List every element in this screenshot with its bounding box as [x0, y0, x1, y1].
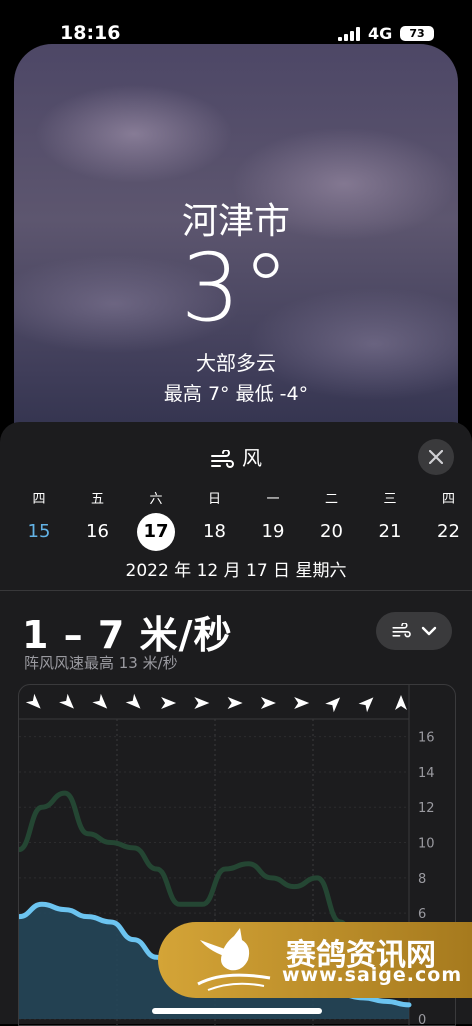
weekday-label: 五 — [73, 488, 123, 507]
close-button[interactable] — [418, 439, 454, 475]
wind-direction-arrow — [26, 694, 45, 713]
pigeon-logo-icon — [194, 926, 274, 994]
wind-direction-arrow — [161, 697, 176, 709]
wind-direction-arrow — [194, 697, 209, 709]
gust-speed: 阵风风速最高 13 米/秒 — [24, 652, 178, 673]
watermark-url: www.saige.com — [282, 964, 462, 986]
weekday-label: 日 — [190, 488, 240, 507]
day-22[interactable]: 22 — [424, 514, 472, 550]
status-bar: 18:16 4G 73 — [0, 0, 472, 44]
weekday-label: 二 — [307, 488, 357, 507]
wind-speed-range: 1 – 7 米/秒 — [22, 604, 232, 659]
y-tick-label: 0 — [418, 1013, 426, 1025]
y-tick-label: 10 — [418, 837, 435, 852]
wind-direction-arrow — [92, 694, 111, 713]
y-tick-label: 8 — [418, 872, 426, 887]
close-icon — [429, 450, 443, 464]
battery-icon: 73 — [400, 26, 434, 41]
current-temperature: 3° — [14, 234, 458, 343]
y-tick-label: 6 — [418, 907, 426, 922]
y-tick-label: 14 — [418, 766, 435, 781]
y-tick-label: 16 — [418, 731, 435, 746]
weather-condition: 大部多云 — [14, 347, 458, 376]
wind-direction-arrow — [228, 697, 243, 709]
wind-icon — [391, 623, 413, 639]
weather-card[interactable]: 河津市 3° 大部多云 最高 7° 最低 -4° — [14, 44, 458, 484]
watermark-banner: 赛鸽资讯网 www.saige.com — [158, 922, 472, 998]
day-21[interactable]: 21 — [365, 514, 415, 550]
day-19[interactable]: 19 — [248, 514, 298, 550]
wind-direction-arrow — [261, 697, 276, 709]
wind-direction-arrow — [59, 694, 78, 713]
selected-date: 2022 年 12 月 17 日 星期六 — [0, 556, 472, 581]
day-17[interactable]: 17 — [131, 514, 181, 550]
high-low-temperature: 最高 7° 最低 -4° — [14, 379, 458, 406]
status-time: 18:16 — [60, 22, 120, 44]
weekday-label: 四 — [14, 488, 64, 507]
sheet-title: 风 — [0, 442, 472, 471]
weekday-label: 一 — [248, 488, 298, 507]
day-18[interactable]: 18 — [190, 514, 240, 550]
sheet-title-text: 风 — [242, 446, 262, 470]
wind-direction-arrow — [294, 697, 309, 709]
home-indicator[interactable] — [152, 1008, 322, 1014]
wind-icon — [210, 450, 236, 470]
day-16[interactable]: 16 — [73, 514, 123, 550]
network-type: 4G — [368, 24, 392, 43]
wind-direction-arrow — [395, 695, 407, 710]
wind-direction-arrow — [325, 693, 344, 712]
cellular-signal-icon — [338, 27, 362, 41]
divider — [0, 590, 472, 591]
y-tick-label: 12 — [418, 801, 435, 816]
day-20[interactable]: 20 — [307, 514, 357, 550]
chevron-down-icon — [421, 625, 437, 637]
wind-direction-arrow — [359, 693, 378, 712]
weekday-label: 四 — [424, 488, 472, 507]
chart-type-button[interactable] — [376, 612, 452, 650]
weekday-label: 三 — [365, 488, 415, 507]
weekday-label: 六 — [131, 488, 181, 507]
wind-direction-arrow — [126, 694, 145, 713]
day-15[interactable]: 15 — [14, 514, 64, 550]
